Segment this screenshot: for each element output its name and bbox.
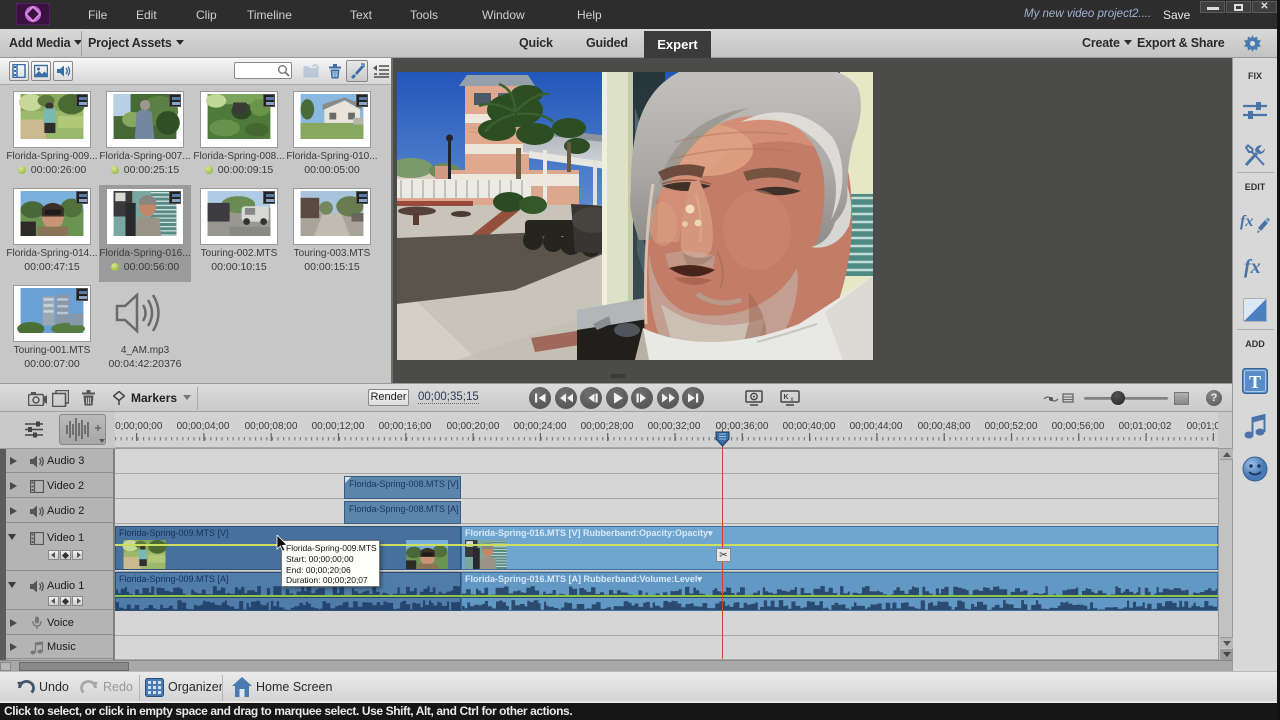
svg-text:K: K	[784, 394, 789, 401]
svg-text:fx: fx	[1240, 213, 1253, 230]
svg-text:x: x	[791, 397, 794, 403]
svg-text:T: T	[1249, 372, 1261, 392]
svg-text:fx: fx	[1244, 256, 1261, 278]
